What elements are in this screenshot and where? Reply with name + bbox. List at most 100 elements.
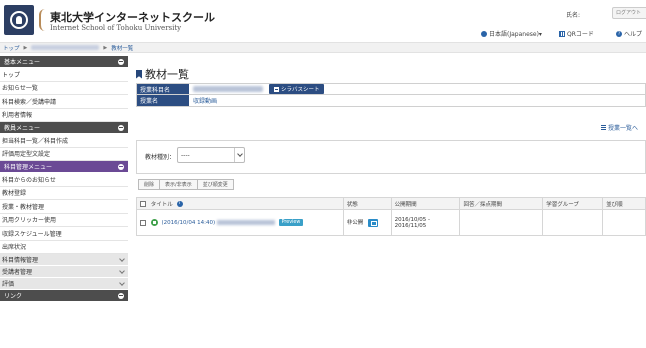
column-title: タイトル i: [136, 197, 344, 210]
logo-bracket-icon: [37, 9, 46, 31]
class-info-row: 授業名 収録動画: [136, 95, 646, 107]
video-icon: [150, 219, 158, 226]
sidebar-section-title: 教員メニュー: [4, 125, 41, 132]
collapse-icon[interactable]: [118, 292, 124, 299]
help-menu[interactable]: ? ヘルプ: [616, 29, 642, 38]
class-name-value[interactable]: 収録動画: [189, 95, 645, 106]
sidebar-collapsed-course-info[interactable]: 科目情報管理: [0, 254, 128, 266]
sidebar-collapsed-students[interactable]: 受講者管理: [0, 266, 128, 278]
university-logo[interactable]: [4, 5, 34, 35]
order-cell: [602, 209, 646, 236]
syllabus-button[interactable]: シラバスシート: [269, 84, 325, 94]
sidebar-item-clicker[interactable]: 汎用クリッカー使用: [0, 213, 128, 227]
breadcrumb-separator-icon: ▶: [23, 44, 28, 51]
table-row: (2016/10/04 14:40) Preview 非公開 2016/10/0…: [136, 209, 646, 236]
sidebar-section-links[interactable]: リンク: [0, 290, 128, 302]
collapse-icon[interactable]: [118, 163, 124, 170]
answer-period-cell: [459, 209, 544, 236]
list-icon: [601, 125, 606, 130]
document-icon: [274, 86, 279, 92]
course-list-link[interactable]: 授業一覧へ: [601, 123, 638, 132]
sidebar-item-recording-schedule[interactable]: 収録スケジュール管理: [0, 227, 128, 241]
status-text: 非公開: [346, 220, 364, 227]
column-publish-period: 公開期間: [390, 197, 461, 210]
sidebar-section-title: 基本メニュー: [4, 59, 41, 66]
sidebar-item-user-info[interactable]: 利用者情報: [0, 108, 128, 122]
column-order: 並び順: [602, 197, 646, 210]
breadcrumb-home[interactable]: トップ: [3, 44, 20, 52]
qr-menu-label: QRコード: [567, 31, 594, 38]
qr-icon: [559, 30, 565, 37]
bookmark-icon: [136, 69, 142, 79]
site-title: 東北大学インターネットスクール: [50, 11, 215, 24]
sidebar-item-material-manage[interactable]: 授業・教材管理: [0, 200, 128, 214]
material-date: (2016/10/04 14:40): [161, 220, 216, 226]
help-menu-label: ヘルプ: [624, 31, 643, 38]
select-all-checkbox[interactable]: [140, 201, 146, 207]
chevron-down-icon: [234, 148, 244, 162]
course-name-value: シラバスシート: [189, 84, 645, 94]
course-name-key: 授業科目名: [137, 84, 189, 94]
sidebar-section-title: リンク: [4, 293, 23, 300]
help-icon: ?: [616, 30, 622, 37]
preview-badge[interactable]: Preview: [278, 219, 304, 226]
toggle-visibility-button[interactable]: 表示/非表示: [160, 179, 198, 190]
globe-icon: [481, 30, 487, 37]
collapse-icon[interactable]: [118, 58, 124, 65]
learning-group-cell: [542, 209, 604, 236]
sidebar-item-attendance[interactable]: 出席状況: [0, 240, 128, 254]
course-info-table: 授業科目名 シラバスシート 授業名 収録動画: [136, 83, 646, 107]
materials-table: タイトル i 状態 公開期間 回答／採点期間 学習グループ 並び順 (2016/…: [136, 197, 646, 236]
chevron-down-icon: [119, 255, 125, 262]
reorder-button[interactable]: 並び順変更: [197, 179, 234, 190]
material-title-redacted: [216, 220, 275, 225]
course-name-redacted: [193, 86, 263, 92]
status-cell: 非公開: [342, 209, 392, 236]
breadcrumb-course-redacted[interactable]: [31, 45, 100, 50]
sidebar-section-teacher[interactable]: 教員メニュー: [0, 122, 128, 134]
row-checkbox[interactable]: [140, 219, 146, 226]
logout-button[interactable]: ログアウト: [612, 7, 646, 19]
sidebar-item-notices[interactable]: お知らせ一覧: [0, 81, 128, 95]
column-answer-period: 回答／採点期間: [459, 197, 544, 210]
column-title-label: タイトル: [150, 201, 173, 208]
filter-panel: 教材種別： ----: [136, 140, 646, 174]
publish-toggle-icon[interactable]: [367, 218, 378, 227]
language-menu[interactable]: 日本語(Japanese)▾: [481, 29, 542, 38]
course-list-link-label: 授業一覧へ: [608, 125, 639, 132]
collapse-icon[interactable]: [118, 124, 124, 131]
sidebar-collapsed-label: 評価: [2, 281, 15, 288]
sidebar-collapsed-grading[interactable]: 評価: [0, 278, 128, 290]
header: 東北大学インターネットスクール Internet School of Tohok…: [0, 0, 646, 38]
table-header-row: タイトル i 状態 公開期間 回答／採点期間 学習グループ 並び順: [136, 197, 646, 210]
action-bar: 削除 表示/非表示 並び順変更: [138, 179, 234, 190]
sidebar-section-basic[interactable]: 基本メニュー: [0, 56, 128, 68]
breadcrumb-current: 教材一覧: [111, 45, 134, 52]
sidebar-item-material-register[interactable]: 教材登録: [0, 186, 128, 200]
sidebar-collapsed-label: 科目情報管理: [2, 257, 39, 264]
course-info-row: 授業科目名 シラバスシート: [136, 83, 646, 95]
chevron-down-icon: [119, 279, 125, 286]
sidebar-item-course-notices[interactable]: 科目からのお知らせ: [0, 173, 128, 187]
page-title-text: 教材一覧: [145, 68, 189, 81]
material-title-link[interactable]: (2016/10/04 14:40): [162, 220, 277, 226]
logo-emblem-icon: [10, 11, 28, 29]
sidebar-item-course-search[interactable]: 科目検索／受講申請: [0, 95, 128, 109]
qr-code-menu[interactable]: QRコード: [559, 29, 594, 38]
sidebar-section-title: 科目管理メニュー: [4, 164, 53, 171]
material-title-cell: (2016/10/04 14:40) Preview: [136, 209, 344, 236]
material-type-label: 教材種別：: [145, 154, 176, 161]
sidebar-item-top[interactable]: トップ: [0, 68, 128, 82]
main-content: 教材一覧 授業科目名 シラバスシート 授業名 収録動画 授業一覧へ 教材種別： …: [134, 56, 646, 348]
publish-period-end: 2016/11/05: [394, 222, 427, 229]
material-type-select[interactable]: ----: [177, 147, 245, 163]
delete-button[interactable]: 削除: [138, 179, 161, 190]
sidebar-item-courses[interactable]: 担当科目一覧／科目作成: [0, 134, 128, 148]
chevron-down-icon: [119, 267, 125, 274]
material-type-selected: ----: [181, 151, 190, 159]
syllabus-button-label: シラバスシート: [281, 87, 320, 93]
sidebar-item-templates[interactable]: 評価用定型文設定: [0, 147, 128, 161]
info-icon[interactable]: i: [176, 201, 183, 207]
breadcrumb-separator-icon: ▶: [103, 44, 108, 51]
sidebar-section-course-management[interactable]: 科目管理メニュー: [0, 161, 128, 173]
